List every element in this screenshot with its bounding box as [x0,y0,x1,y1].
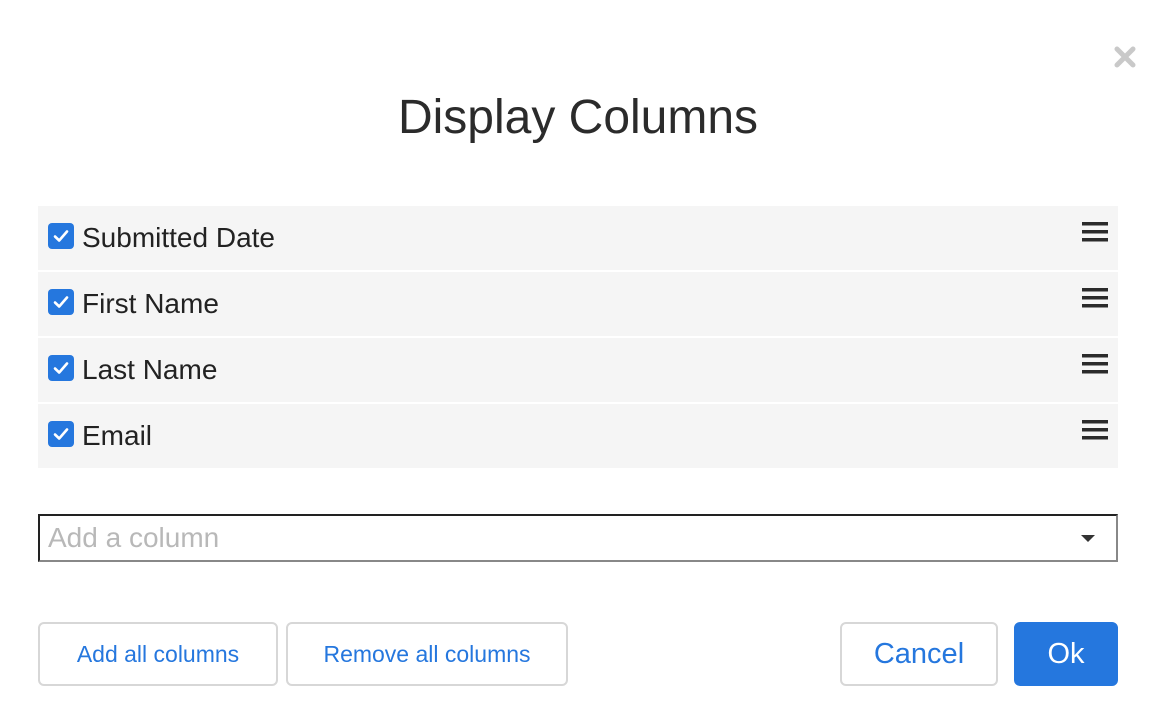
close-icon [1114,46,1136,68]
drag-handle-icon[interactable] [1082,220,1108,244]
drag-handle-icon[interactable] [1082,286,1108,310]
column-row-first-name: First Name [38,272,1118,336]
dialog-title: Display Columns [397,91,759,144]
column-label: Email [82,420,153,451]
add-column-placeholder: Add a column [48,522,220,553]
column-list: Submitted Date First Name Last Name Emai… [38,206,1118,470]
remove-all-columns-button[interactable]: Remove all columns [286,622,568,686]
checkmark-icon [53,428,69,440]
column-checkbox[interactable] [48,289,74,315]
column-checkbox[interactable] [48,223,74,249]
caret-down-icon [1081,535,1095,542]
drag-handle-icon[interactable] [1082,352,1108,376]
column-row-submitted-date: Submitted Date [38,206,1118,270]
close-button[interactable] [1108,40,1142,74]
add-column-select[interactable]: Add a column [38,514,1118,562]
checkmark-icon [53,362,69,374]
checkmark-icon [53,230,69,242]
cancel-button[interactable]: Cancel [840,622,998,686]
column-row-last-name: Last Name [38,338,1118,402]
display-columns-dialog: Display Columns Submitted Date First Nam [0,0,1164,728]
add-all-columns-button[interactable]: Add all columns [38,622,278,686]
checkmark-icon [53,296,69,308]
column-label: Last Name [82,354,218,385]
column-checkbox[interactable] [48,355,74,381]
ok-button[interactable]: Ok [1014,622,1118,686]
drag-handle-icon[interactable] [1082,418,1108,442]
column-checkbox[interactable] [48,421,74,447]
column-label: First Name [82,288,219,319]
column-label: Submitted Date [82,222,275,253]
column-row-email: Email [38,404,1118,468]
